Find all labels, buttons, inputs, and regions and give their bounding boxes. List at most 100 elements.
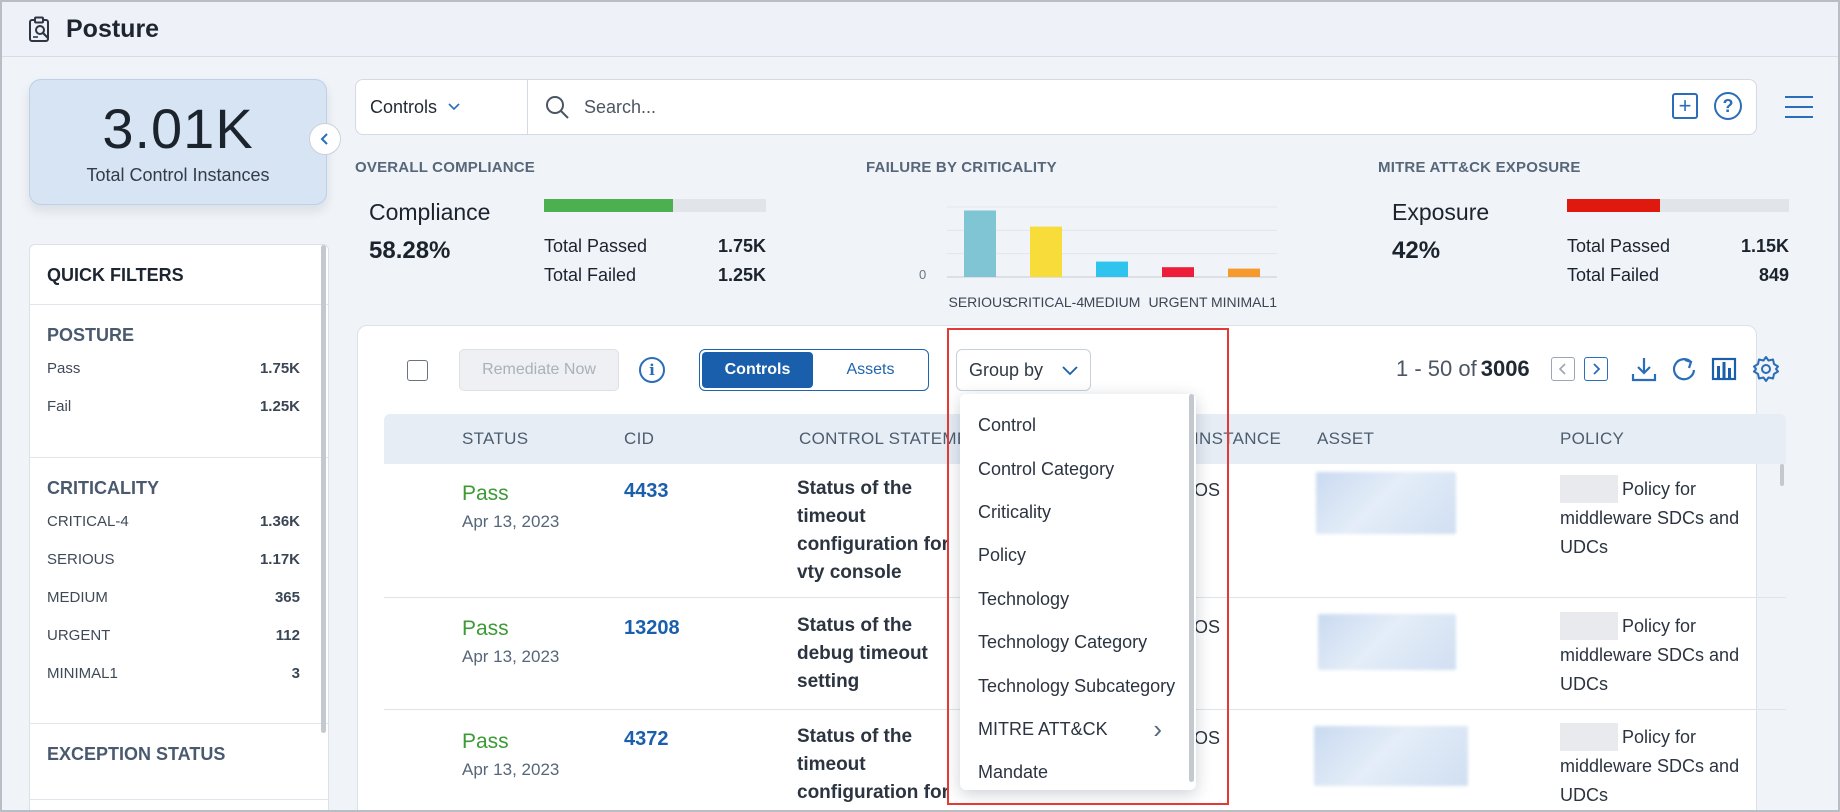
filter-item-fail[interactable]: Fail 1.25K xyxy=(47,398,300,436)
column-header-control-statement[interactable]: CONTROL STATEME... xyxy=(799,429,984,449)
settings-gear-icon[interactable] xyxy=(1751,354,1781,384)
filter-item-serious[interactable]: SERIOUS 1.17K xyxy=(47,551,300,589)
app-window: Posture 3.01K Total Control Instances QU… xyxy=(0,0,1840,812)
exception-status-section-title: EXCEPTION STATUS xyxy=(47,744,226,764)
menu-item-mandate[interactable]: Mandate xyxy=(960,751,1196,794)
overall-compliance-title: OVERALL COMPLIANCE xyxy=(355,159,535,176)
search-bar: Controls + ? xyxy=(355,79,1757,135)
menu-item-label: Technology Subcategory xyxy=(978,675,1176,696)
cid-link[interactable]: 4433 xyxy=(624,480,669,503)
compliance-percent: 58.28% xyxy=(369,237,451,264)
x-tick-label-minimal1: MINIMAL1 xyxy=(1211,294,1277,310)
posture-section-title: POSTURE xyxy=(47,325,135,345)
compliance-bar-fill xyxy=(544,199,673,212)
cid-link[interactable]: 13208 xyxy=(624,617,680,640)
filter-item-critical-4[interactable]: CRITICAL-4 1.36K xyxy=(47,513,300,551)
exposure-failed: Total Failed 849 xyxy=(1567,265,1789,286)
filter-item-minimal1[interactable]: MINIMAL1 3 xyxy=(47,665,300,703)
hamburger-menu-icon[interactable] xyxy=(1785,96,1813,118)
download-icon[interactable] xyxy=(1629,354,1659,384)
total-count: 3.01K xyxy=(102,97,254,160)
page-title: Posture xyxy=(66,14,160,43)
previous-page-button[interactable] xyxy=(1551,357,1575,381)
failed-label: Total Failed xyxy=(544,265,637,285)
asset-redacted xyxy=(1314,726,1468,786)
bar-medium[interactable] xyxy=(1096,261,1128,277)
quick-filters-panel: QUICK FILTERS POSTURE Pass 1.75K Fail 1.… xyxy=(29,244,329,810)
bar-minimal1[interactable] xyxy=(1228,268,1260,277)
menu-item-technology-category[interactable]: Technology Category xyxy=(960,621,1196,664)
filter-label: MINIMAL1 xyxy=(47,665,118,682)
add-icon[interactable]: + xyxy=(1672,93,1698,119)
chevron-right-icon xyxy=(1593,363,1601,375)
column-header-status[interactable]: STATUS xyxy=(462,429,528,449)
cid-link[interactable]: 4372 xyxy=(624,728,669,751)
column-header-policy[interactable]: POLICY xyxy=(1560,429,1624,449)
failure-by-criticality-chart: 0 SERIOUSCRITICAL-4 MEDIUM URGENT MINIMAL1 xyxy=(919,206,1277,310)
column-header-instance[interactable]: INSTANCE xyxy=(1194,429,1281,449)
search-input[interactable] xyxy=(584,96,1664,118)
x-tick-label-serious: SERIOUS xyxy=(948,294,1011,310)
bar-critical-4[interactable] xyxy=(1030,226,1062,277)
exposure-bar xyxy=(1567,199,1789,212)
passed-label: Total Passed xyxy=(544,236,648,256)
search-scope-select[interactable]: Controls xyxy=(356,80,528,134)
passed-label: Total Passed xyxy=(1567,236,1671,256)
search-icon xyxy=(546,96,569,119)
bar-serious[interactable] xyxy=(964,210,996,278)
column-header-asset[interactable]: ASSET xyxy=(1317,429,1374,449)
chevron-left-icon xyxy=(320,133,328,145)
asset-redacted xyxy=(1318,614,1456,670)
refresh-icon[interactable] xyxy=(1669,354,1699,384)
column-header-cid[interactable]: CID xyxy=(624,429,654,449)
passed-value: 1.75K xyxy=(717,236,766,256)
next-page-button[interactable] xyxy=(1584,357,1608,381)
compliance-passed: Total Passed 1.75K xyxy=(544,236,766,257)
pager-range: 1 - 50 of xyxy=(1396,356,1477,381)
compliance-label: Compliance xyxy=(369,199,491,225)
filter-count: 1.17K xyxy=(259,551,300,568)
x-tick-label-urgent: URGENT xyxy=(1148,294,1208,310)
view-toggle: Controls Assets xyxy=(699,349,929,391)
menu-item-criticality[interactable]: Criticality xyxy=(960,491,1196,534)
collapse-panel-button[interactable] xyxy=(309,123,341,155)
info-icon[interactable]: i xyxy=(639,357,665,383)
group-by-menu: Control Control Category Criticality Policy… xyxy=(960,394,1196,790)
select-all-checkbox[interactable] xyxy=(407,360,428,381)
chevron-down-icon xyxy=(1062,366,1078,376)
status-cell: Pass Apr 13, 2023 xyxy=(462,730,559,780)
chevron-left-icon xyxy=(1558,363,1566,375)
group-by-dropdown[interactable]: Group by xyxy=(956,349,1091,391)
menu-item-label: MITRE ATT&CK xyxy=(978,718,1108,739)
remediate-now-button[interactable]: Remediate Now xyxy=(459,349,619,391)
menu-item-technology-subcategory[interactable]: Technology Subcategory xyxy=(960,664,1196,707)
help-icon[interactable]: ? xyxy=(1714,92,1742,120)
filter-item-medium[interactable]: MEDIUM 365 xyxy=(47,589,300,627)
menu-item-policy[interactable]: Policy xyxy=(960,534,1196,577)
filter-item-urgent[interactable]: URGENT 112 xyxy=(47,627,300,665)
filter-item-pass[interactable]: Pass 1.75K xyxy=(47,360,300,398)
menu-item-mitre-att-ck[interactable]: MITRE ATT&CK › xyxy=(960,708,1196,751)
menu-item-label: Criticality xyxy=(978,501,1052,522)
criticality-section-title: CRITICALITY xyxy=(47,478,159,498)
tab-assets[interactable]: Assets xyxy=(815,352,926,388)
policy-redacted xyxy=(1560,475,1618,503)
tab-controls[interactable]: Controls xyxy=(702,352,813,388)
menu-item-label: Technology xyxy=(978,588,1070,609)
pagination-summary: 1 - 50 of 3006 xyxy=(1396,356,1530,382)
menu-item-label: Technology Category xyxy=(978,632,1148,653)
exposure-label: Exposure xyxy=(1392,199,1490,225)
menu-item-control-category[interactable]: Control Category xyxy=(960,447,1196,490)
menu-item-control[interactable]: Control xyxy=(960,404,1196,447)
filter-label: SERIOUS xyxy=(47,551,115,568)
filter-count: 1.25K xyxy=(259,398,300,415)
pager-total: 3006 xyxy=(1480,356,1530,381)
bar-urgent[interactable] xyxy=(1162,267,1194,277)
chevron-right-icon: › xyxy=(1153,714,1162,745)
filter-count: 112 xyxy=(275,627,300,644)
filter-label: MEDIUM xyxy=(47,589,108,606)
chart-view-icon[interactable] xyxy=(1709,354,1739,384)
exposure-bar-fill xyxy=(1567,199,1661,212)
filters-scrollbar[interactable] xyxy=(321,245,326,733)
menu-item-technology[interactable]: Technology xyxy=(960,578,1196,621)
